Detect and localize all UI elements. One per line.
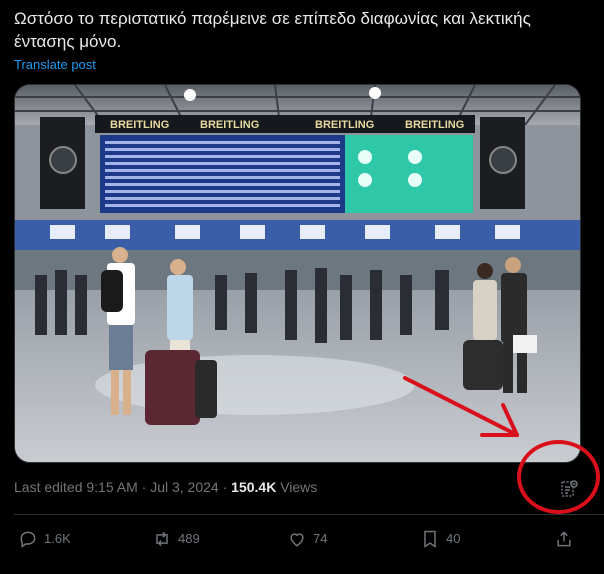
post-text: Ωστόσο το περιστατικό παρέμεινε σε επίπε… xyxy=(14,9,531,51)
post-image[interactable]: BREITLING BREITLING BREITLING BREITLING xyxy=(14,84,581,463)
reply-icon xyxy=(20,531,36,548)
like-count: 74 xyxy=(313,531,328,546)
bookmark-count: 40 xyxy=(446,531,461,546)
edited-timestamp[interactable]: Last edited 9:15 AM · Jul 3, 2024 xyxy=(14,479,219,495)
translate-post-link[interactable]: Translate post xyxy=(14,57,96,72)
reply-button[interactable]: 1.6K xyxy=(18,526,71,552)
share-icon xyxy=(557,531,571,547)
post-actions: 1.6K 489 74 40 xyxy=(14,526,584,552)
post-metadata: Last edited 9:15 AM · Jul 3, 2024 · 150.… xyxy=(14,479,317,495)
repost-button[interactable]: 489 xyxy=(152,526,200,552)
svg-text:BREITLING: BREITLING xyxy=(200,119,259,131)
airport-terminal-photo: BREITLING BREITLING BREITLING BREITLING xyxy=(15,85,580,462)
bookmark-button[interactable]: 40 xyxy=(420,526,460,552)
meta-separator: · xyxy=(218,479,232,495)
views-label: Views xyxy=(276,479,318,495)
svg-text:BREITLING: BREITLING xyxy=(405,119,464,131)
svg-text:BREITLING: BREITLING xyxy=(315,119,374,131)
brand-text: BREITLING xyxy=(110,119,169,131)
repost-count: 489 xyxy=(178,531,200,546)
reply-count: 1.6K xyxy=(44,531,71,546)
community-notes-icon[interactable] xyxy=(556,476,582,502)
views-count: 150.4K xyxy=(231,479,277,495)
like-button[interactable]: 74 xyxy=(287,526,327,552)
divider xyxy=(14,514,604,515)
repost-icon xyxy=(156,531,168,547)
share-button[interactable] xyxy=(554,526,580,552)
bookmark-icon xyxy=(424,530,436,548)
heart-icon xyxy=(290,533,304,547)
